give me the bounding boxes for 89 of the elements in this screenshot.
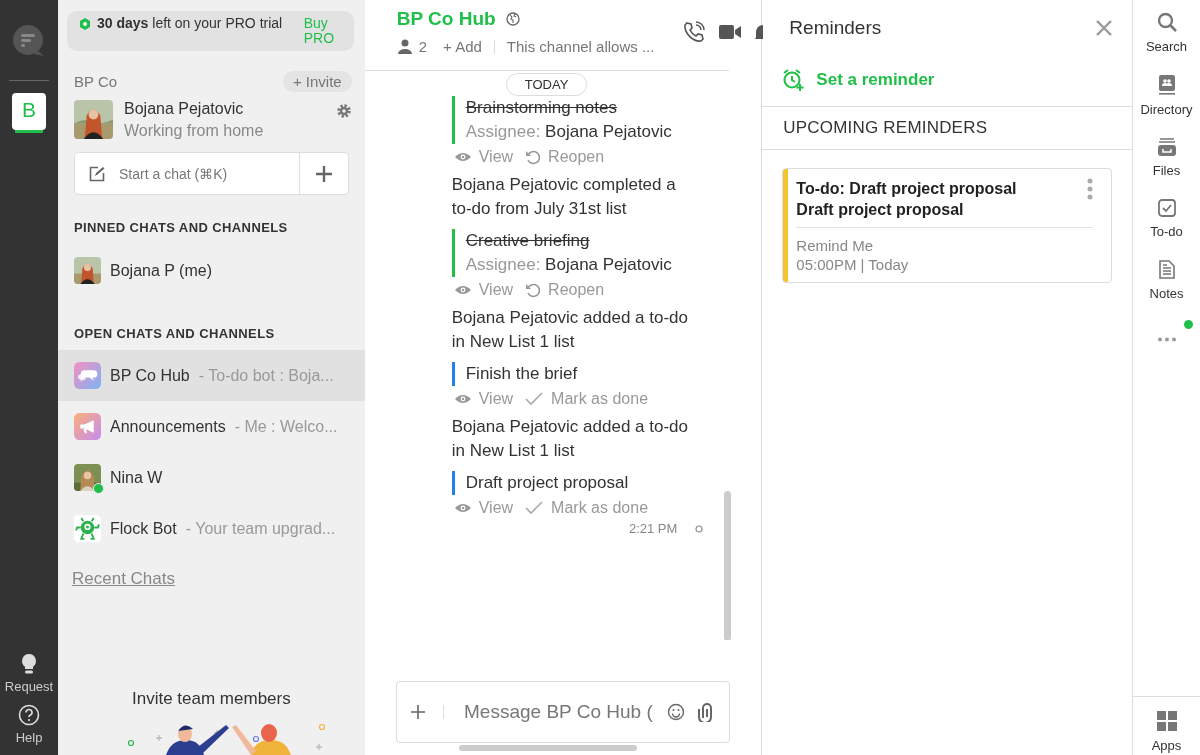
person-icon <box>396 39 413 54</box>
chat-name: Flock Bot <box>110 519 177 538</box>
eye-icon <box>454 285 471 295</box>
close-icon[interactable] <box>1096 20 1112 36</box>
chat-item[interactable]: Announcements - Me : Welco... <box>58 401 365 452</box>
request-button[interactable]: Request <box>0 653 58 694</box>
chat-preview: - Me : Welco... <box>234 417 338 436</box>
add-member-button[interactable]: + Add <box>443 38 482 55</box>
section-heading: UPCOMING REMINDERS <box>762 106 1132 150</box>
eye-icon <box>454 394 471 404</box>
megaphone-icon <box>74 413 101 440</box>
document-icon <box>1158 260 1175 279</box>
plus-icon[interactable] <box>411 705 426 719</box>
directory-button[interactable]: Directory <box>1133 75 1200 117</box>
chat-preview: - To-do bot : Boja... <box>198 366 334 385</box>
chat-preview: - Your team upgrad... <box>185 519 336 538</box>
reminder-card[interactable]: To-do: Draft project proposal Draft project proposal Remind Me 05:00PM | Today <box>782 168 1112 283</box>
phone-icon[interactable] <box>683 21 706 43</box>
check-icon <box>525 392 544 406</box>
todo-assignee: Assignee: Bojana Pejatovic <box>465 254 673 276</box>
chat-bubbles-icon <box>74 362 101 389</box>
help-icon <box>18 704 40 726</box>
scrollbar[interactable] <box>724 491 732 640</box>
todo-title: Brainstorming notes <box>465 97 618 119</box>
alarm-clock-icon <box>782 68 807 92</box>
todo-title: Creative briefing <box>465 230 591 252</box>
logo-icon <box>12 24 46 58</box>
more-options-icon[interactable] <box>1087 178 1093 200</box>
profile-status: Working from home <box>124 122 265 140</box>
channel-description: This channel allows ... <box>506 38 655 55</box>
section-heading: PINNED CHATS AND CHANNELS <box>73 219 289 237</box>
address-book-icon <box>1157 75 1176 95</box>
notes-button[interactable]: Notes <box>1133 260 1200 301</box>
message-time: 2:21 PM <box>628 521 678 536</box>
chat-name: Bojana P (me) <box>110 261 212 280</box>
reminder-time: 05:00PM | Today <box>796 255 910 274</box>
invite-button[interactable]: + Invite <box>282 71 352 92</box>
team-name: BP Co <box>74 73 118 90</box>
help-button[interactable]: Help <box>0 704 58 745</box>
todo-button[interactable]: To-do <box>1133 199 1200 239</box>
globe-icon <box>505 12 520 26</box>
chat-name: Announcements <box>110 417 226 436</box>
todo-title: Draft project proposal <box>465 472 630 494</box>
undo-icon <box>525 282 541 298</box>
invite-heading: Invite team members <box>131 689 292 710</box>
checkbox-icon <box>1157 199 1176 217</box>
channel-title: BP Co Hub <box>396 8 496 30</box>
badge-icon <box>79 18 91 30</box>
chat-item[interactable]: Flock Bot - Your team upgrad... <box>58 503 365 554</box>
reminder-title: To-do: Draft project proposal <box>796 179 1017 199</box>
archive-box-icon <box>1156 138 1177 156</box>
robot-icon <box>74 515 101 542</box>
grid-icon <box>1156 711 1177 731</box>
eye-icon <box>454 503 471 513</box>
todo-assignee: Assignee: Bojana Pejatovic <box>465 121 673 143</box>
settings-icon[interactable] <box>335 103 352 119</box>
reminder-label: Remind Me <box>796 236 875 255</box>
chat-item[interactable]: BP Co Hub - To-do bot : Boja... <box>58 350 365 401</box>
search-icon <box>1156 12 1177 32</box>
chat-name: Nina W <box>110 468 163 487</box>
video-camera-icon[interactable] <box>719 24 742 40</box>
panel-title: Reminders <box>789 17 882 39</box>
emoji-icon[interactable] <box>667 703 686 721</box>
scrollbar[interactable] <box>459 745 638 751</box>
files-button[interactable]: Files <box>1133 138 1200 178</box>
lightbulb-icon <box>20 653 38 675</box>
todo-title: Finish the brief <box>465 363 579 385</box>
compose-icon <box>89 165 105 182</box>
activity-message: Bojana Pejatovic added a to-do in New List 1 list <box>451 307 689 353</box>
apps-button[interactable]: Apps <box>1133 696 1200 753</box>
read-receipt-icon <box>695 524 704 533</box>
section-heading: OPEN CHATS AND CHANNELS <box>73 325 276 343</box>
activity-message: Bojana Pejatovic added a to-do in New List 1 list <box>451 416 689 462</box>
member-count: 2 <box>418 38 428 55</box>
undo-icon <box>525 149 541 165</box>
date-divider: TODAY <box>505 73 588 96</box>
chat-name: BP Co Hub <box>110 366 190 385</box>
profile-name: Bojana Pejatovic <box>124 100 245 118</box>
chat-item[interactable]: Bojana P (me) <box>58 245 365 296</box>
trial-text: 30 days left on your PRO trial <box>97 16 284 31</box>
plus-icon <box>315 165 332 182</box>
activity-message: Bojana Pejatovic completed a to-do from July 31st list <box>451 174 677 220</box>
reminder-subtitle: Draft project proposal <box>796 200 965 220</box>
more-icon[interactable] <box>1156 337 1177 342</box>
check-icon <box>525 501 544 515</box>
eye-icon <box>454 152 471 162</box>
online-dot <box>93 483 104 494</box>
search-button[interactable]: Search <box>1133 12 1200 54</box>
chat-item[interactable]: Nina W <box>58 452 365 503</box>
